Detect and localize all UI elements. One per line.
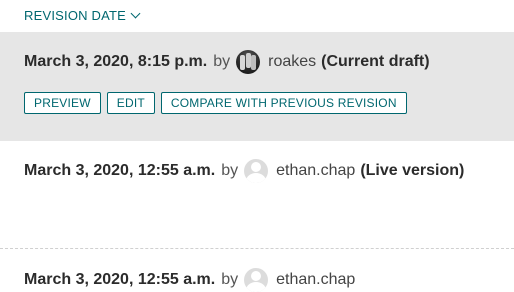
revision-item: March 3, 2020, 12:55 a.m. by ethan.chap bbox=[0, 248, 514, 292]
revision-date: March 3, 2020, 12:55 a.m. bbox=[24, 162, 216, 179]
revision-by-text: by bbox=[213, 53, 231, 70]
revision-meta: March 3, 2020, 8:15 p.m. by roakes (Curr… bbox=[24, 50, 430, 74]
revision-meta: March 3, 2020, 12:55 a.m. by ethan.chap bbox=[24, 268, 355, 292]
default-user-avatar bbox=[244, 159, 269, 183]
user-photo-avatar bbox=[236, 50, 261, 74]
revision-by-text: by bbox=[221, 271, 239, 288]
revision-meta: March 3, 2020, 12:55 a.m. by ethan.chap … bbox=[24, 159, 464, 183]
revision-date: March 3, 2020, 12:55 a.m. bbox=[24, 271, 216, 288]
chevron-down-icon bbox=[130, 8, 141, 18]
revision-item-live-version: March 3, 2020, 12:55 a.m. by ethan.chap … bbox=[0, 141, 514, 247]
revision-item-current-draft: March 3, 2020, 8:15 p.m. by roakes (Curr… bbox=[0, 32, 514, 141]
default-user-avatar bbox=[244, 268, 269, 292]
revision-status: (Current draft) bbox=[321, 53, 430, 70]
preview-button[interactable]: PREVIEW bbox=[24, 92, 101, 114]
revision-date: March 3, 2020, 8:15 p.m. bbox=[24, 53, 208, 70]
revision-status: (Live version) bbox=[360, 162, 465, 179]
revision-date-sort-label: REVISION DATE bbox=[24, 7, 127, 23]
revision-user: ethan.chap bbox=[276, 162, 356, 179]
revision-user: ethan.chap bbox=[276, 271, 356, 288]
revision-user: roakes bbox=[268, 53, 317, 70]
revision-by-text: by bbox=[221, 162, 239, 179]
revision-date-sort[interactable]: REVISION DATE bbox=[24, 6, 141, 24]
revision-actions: PREVIEW EDIT COMPARE WITH PREVIOUS REVIS… bbox=[24, 92, 407, 114]
edit-button[interactable]: EDIT bbox=[106, 92, 155, 114]
compare-with-previous-revision-button[interactable]: COMPARE WITH PREVIOUS REVISION bbox=[160, 92, 407, 114]
